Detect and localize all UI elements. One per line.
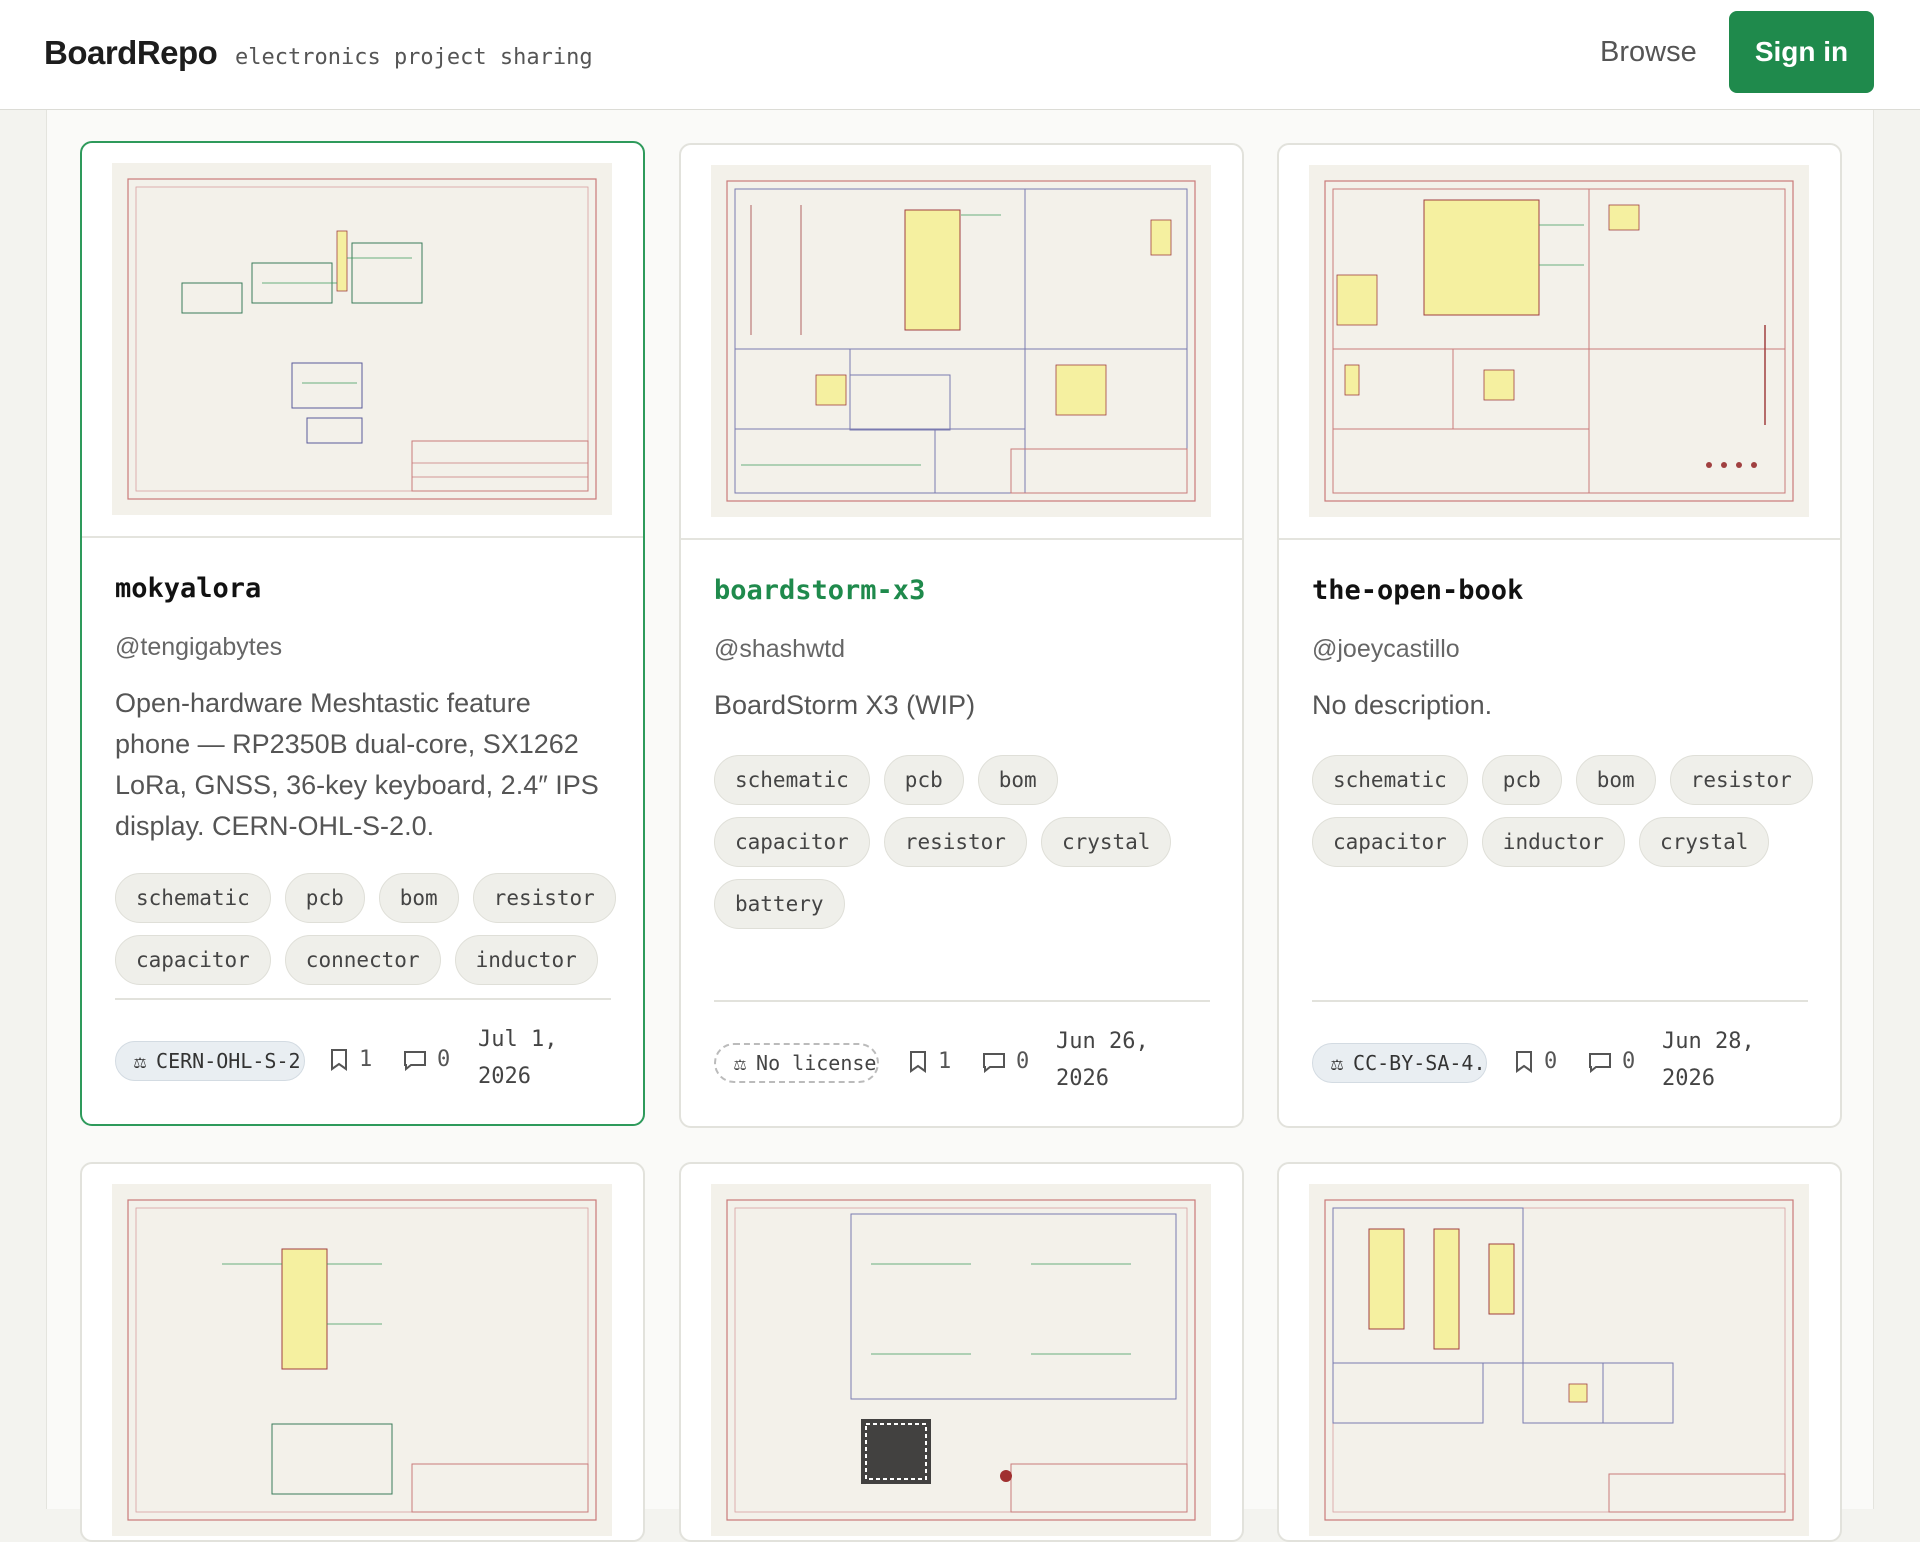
project-description: BoardStorm X3 (WIP) [714, 690, 976, 720]
tag-chip[interactable]: capacitor [115, 935, 271, 985]
license-badge[interactable]: ⚖ CERN-OHL-S-2.0 [115, 1041, 305, 1081]
schematic-image [1309, 1184, 1809, 1536]
comment-count-value: 0 [1622, 1049, 1636, 1074]
tag-chip[interactable]: pcb [284, 873, 365, 923]
project-date: Jun 26, 2026 [1056, 1029, 1149, 1091]
tag-chip[interactable]: resistor [472, 873, 616, 923]
project-grid: mokyalora @tengigabytes Open-hardware Me… [46, 110, 1874, 1542]
scale-icon: ⚖ [734, 1051, 747, 1075]
license-badge[interactable]: ⚖ No license [714, 1043, 879, 1083]
card-divider [714, 1000, 1210, 1002]
tag-chip[interactable]: schematic [1312, 755, 1468, 805]
schematic-preview-area [82, 1164, 643, 1540]
tag-chip[interactable]: bom [977, 755, 1058, 805]
card-meta: ⚖ No license 1 0 Jun 26, 2026 [714, 1023, 1224, 1103]
tag-list: schematic pcb bom capacitor resistor cry… [714, 755, 1224, 929]
schematic-image [711, 1184, 1211, 1536]
bookmark-count-value: 0 [1544, 1049, 1558, 1074]
tag-chip[interactable]: connector [284, 935, 441, 985]
comment-count[interactable]: 0 [1588, 1049, 1635, 1074]
project-title[interactable]: the-open-book [1312, 575, 1523, 606]
scale-icon: ⚖ [1331, 1051, 1344, 1075]
card-meta: ⚖ CC-BY-SA-4.0 0 0 Jun 28, 2026 [1312, 1023, 1822, 1103]
tag-chip[interactable]: crystal [1040, 817, 1172, 867]
top-navigation-bar: BoardRepo electronics project sharing Br… [0, 0, 1920, 110]
tag-chip[interactable]: inductor [454, 935, 598, 985]
tag-chip[interactable]: pcb [1481, 755, 1562, 805]
schematic-thumbnail[interactable] [711, 165, 1211, 517]
bookmark-icon [910, 1050, 926, 1073]
project-card-the-open-book[interactable]: the-open-book @joeycastillo No descripti… [1277, 143, 1842, 1128]
license-label: CERN-OHL-S-2.0 [156, 1049, 304, 1073]
tag-chip[interactable]: resistor [1669, 755, 1813, 805]
project-card-boardstorm-x3[interactable]: boardstorm-x3 @shashwtd BoardStorm X3 (W… [679, 143, 1244, 1128]
schematic-image [711, 165, 1211, 517]
schematic-preview-area [1279, 1164, 1840, 1540]
project-title[interactable]: mokyalora [115, 573, 261, 604]
tag-chip[interactable]: pcb [883, 755, 964, 805]
bookmark-icon [1516, 1050, 1532, 1073]
project-description: Open-hardware Meshtastic feature phone —… [115, 688, 599, 841]
tag-chip[interactable]: resistor [883, 817, 1027, 867]
tag-chip[interactable]: capacitor [714, 817, 870, 867]
comment-count-value: 0 [1016, 1049, 1030, 1074]
project-card[interactable] [80, 1162, 645, 1542]
project-date: Jul 1, 2026 [478, 1027, 558, 1089]
bookmark-count-value: 1 [938, 1049, 952, 1074]
project-card[interactable] [1277, 1162, 1842, 1542]
tag-chip[interactable]: schematic [115, 873, 271, 923]
comment-count[interactable]: 0 [403, 1047, 450, 1072]
schematic-thumbnail[interactable] [1309, 165, 1809, 517]
project-description: No description. [1312, 690, 1493, 720]
comment-icon [983, 1052, 1005, 1073]
bookmark-count[interactable]: 1 [908, 1049, 951, 1074]
tag-list: schematic pcb bom resistor capacitor con… [115, 873, 625, 985]
license-label: No license [756, 1051, 877, 1075]
schematic-preview-area [681, 145, 1242, 540]
tag-chip[interactable]: crystal [1638, 817, 1770, 867]
card-divider [1312, 1000, 1808, 1002]
bookmark-count-value: 1 [359, 1047, 373, 1072]
tag-chip[interactable]: battery [714, 879, 845, 929]
tag-chip[interactable]: bom [378, 873, 459, 923]
comment-icon [404, 1050, 426, 1071]
schematic-thumbnail[interactable] [112, 1184, 612, 1536]
browse-link[interactable]: Browse [1600, 36, 1697, 69]
bookmark-icon [331, 1048, 347, 1071]
tag-list: schematic pcb bom resistor capacitor ind… [1312, 755, 1822, 867]
brand-tagline: electronics project sharing [235, 45, 593, 70]
project-card-mokyalora[interactable]: mokyalora @tengigabytes Open-hardware Me… [80, 141, 645, 1126]
comment-count-value: 0 [437, 1047, 451, 1072]
project-author[interactable]: @joeycastillo [1312, 635, 1460, 664]
comment-count[interactable]: 0 [982, 1049, 1029, 1074]
tag-chip[interactable]: schematic [714, 755, 870, 805]
schematic-preview-area [681, 1164, 1242, 1540]
sign-in-button[interactable]: Sign in [1729, 11, 1874, 93]
card-divider [115, 998, 611, 1000]
schematic-thumbnail[interactable] [1309, 1184, 1809, 1536]
project-title[interactable]: boardstorm-x3 [714, 575, 925, 606]
schematic-image [112, 1184, 612, 1536]
license-badge[interactable]: ⚖ CC-BY-SA-4.0 [1312, 1043, 1487, 1083]
schematic-image [112, 163, 612, 515]
comment-icon [1589, 1052, 1611, 1073]
schematic-preview-area [1279, 145, 1840, 540]
tag-chip[interactable]: bom [1575, 755, 1656, 805]
scale-icon: ⚖ [134, 1049, 147, 1073]
project-date: Jun 28, 2026 [1662, 1029, 1755, 1091]
schematic-thumbnail[interactable] [112, 163, 612, 515]
tag-chip[interactable]: capacitor [1312, 817, 1468, 867]
project-author[interactable]: @tengigabytes [115, 633, 282, 662]
bookmark-count[interactable]: 1 [329, 1047, 372, 1072]
project-author[interactable]: @shashwtd [714, 635, 845, 664]
license-label: CC-BY-SA-4.0 [1353, 1051, 1487, 1075]
brand-logo[interactable]: BoardRepo [44, 34, 218, 72]
bookmark-count[interactable]: 0 [1514, 1049, 1557, 1074]
card-meta: ⚖ CERN-OHL-S-2.0 1 0 Jul 1, 2026 [115, 1021, 625, 1101]
tag-chip[interactable]: inductor [1481, 817, 1625, 867]
project-card[interactable] [679, 1162, 1244, 1542]
schematic-image [1309, 165, 1809, 517]
schematic-preview-area [82, 143, 643, 538]
schematic-thumbnail[interactable] [711, 1184, 1211, 1536]
